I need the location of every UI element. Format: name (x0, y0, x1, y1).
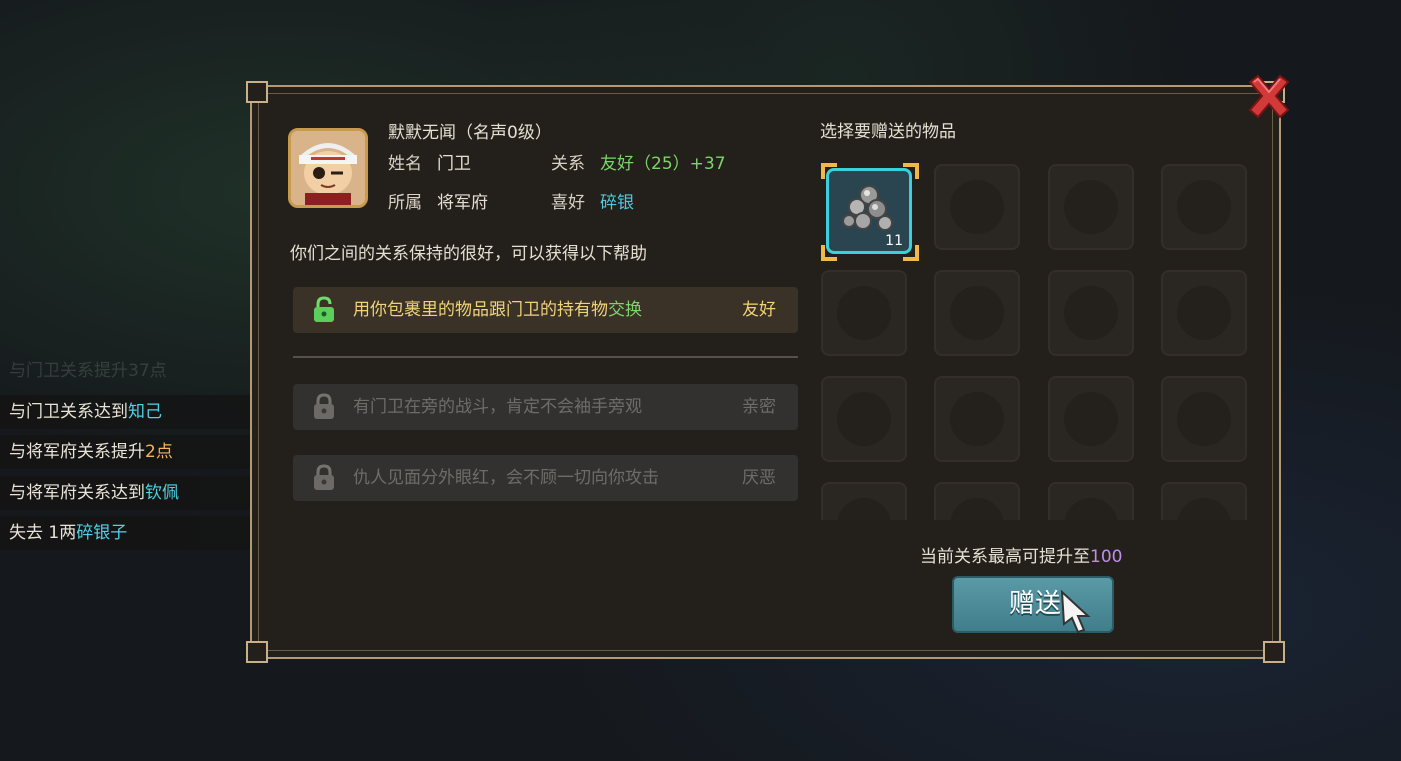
relation-label: 关系 (551, 154, 585, 174)
chat-text: 与将军府关系提升 (9, 442, 145, 462)
close-icon (1248, 74, 1290, 119)
item-slot-empty[interactable] (934, 270, 1020, 356)
item-slot-empty[interactable] (1161, 164, 1247, 250)
hand-cursor-icon (1060, 590, 1091, 634)
help-option-assist: 有门卫在旁的战斗，肯定不会袖手旁观 亲密 (293, 384, 798, 430)
panel-corner (246, 81, 268, 103)
guard-portrait-icon (291, 131, 365, 205)
help-option-attack: 仇人见面分外眼红，会不顾一切向你攻击 厌恶 (293, 455, 798, 501)
option-level: 友好 (742, 300, 776, 320)
npc-avatar (288, 128, 368, 208)
chat-highlight: 钦佩 (145, 482, 179, 503)
chat-text: 与将军府关系达到 (9, 482, 145, 503)
npc-faction: 将军府 (437, 193, 488, 213)
lock-icon (314, 393, 334, 419)
max-relation-value: 100 (1090, 547, 1123, 567)
option-text: 仇人见面分外眼红，会不顾一切向你攻击 (353, 468, 659, 488)
lock-icon (314, 464, 334, 490)
npc-name: 门卫 (437, 154, 471, 174)
item-slot-empty[interactable] (1161, 376, 1247, 462)
chat-highlight: 2点 (145, 442, 173, 462)
hobby-label: 喜好 (551, 193, 585, 213)
help-option-exchange[interactable]: 用你包裹里的物品跟门卫的持有物交换 友好 (293, 287, 798, 333)
chat-highlight: 知己 (128, 401, 162, 422)
name-label: 姓名 (388, 154, 422, 174)
item-slot-empty[interactable] (1048, 376, 1134, 462)
item-slot-empty[interactable] (934, 376, 1020, 462)
chat-text: 与门卫关系达到 (9, 401, 128, 422)
item-slot-empty[interactable] (1048, 482, 1134, 520)
panel-corner (1263, 641, 1285, 663)
item-slot-empty[interactable] (821, 482, 907, 520)
option-text: 有门卫在旁的战斗，肯定不会袖手旁观 (353, 397, 642, 417)
option-text: 用你包裹里的物品跟门卫的持有物交换 (353, 300, 642, 320)
item-slot-empty[interactable] (934, 482, 1020, 520)
panel-corner (246, 641, 268, 663)
unlocked-icon (314, 296, 334, 322)
item-grid[interactable]: 11 (818, 160, 1258, 520)
close-button[interactable] (1244, 72, 1294, 122)
chat-text: 失去 1两 (9, 523, 77, 543)
item-slot-empty[interactable] (1048, 270, 1134, 356)
npc-hobby: 碎银 (600, 193, 634, 213)
item-slot-empty[interactable] (821, 376, 907, 462)
option-level: 厌恶 (742, 468, 776, 488)
item-slot-empty[interactable] (934, 164, 1020, 250)
silver-pieces-icon (842, 185, 893, 231)
item-slot-empty[interactable] (821, 270, 907, 356)
item-slot-empty[interactable] (1048, 164, 1134, 250)
npc-title: 默默无闻（名声0级） (388, 123, 552, 143)
item-count: 11 (885, 233, 903, 249)
faction-label: 所属 (388, 193, 422, 213)
help-intro: 你们之间的关系保持的很好，可以获得以下帮助 (290, 244, 647, 264)
max-relation-text: 当前关系最高可提升至100 (920, 547, 1123, 567)
divider (293, 356, 798, 358)
gift-grid-title: 选择要赠送的物品 (820, 122, 956, 142)
item-slot-empty[interactable] (1161, 270, 1247, 356)
option-level: 亲密 (742, 397, 776, 417)
item-slot-silver[interactable]: 11 (821, 163, 919, 261)
relation-value: 友好（25）+37 (600, 154, 726, 174)
chat-highlight: 碎银子 (76, 523, 128, 543)
item-slot-empty[interactable] (1161, 482, 1247, 520)
chat-text: 与门卫关系提升37点 (9, 361, 167, 381)
